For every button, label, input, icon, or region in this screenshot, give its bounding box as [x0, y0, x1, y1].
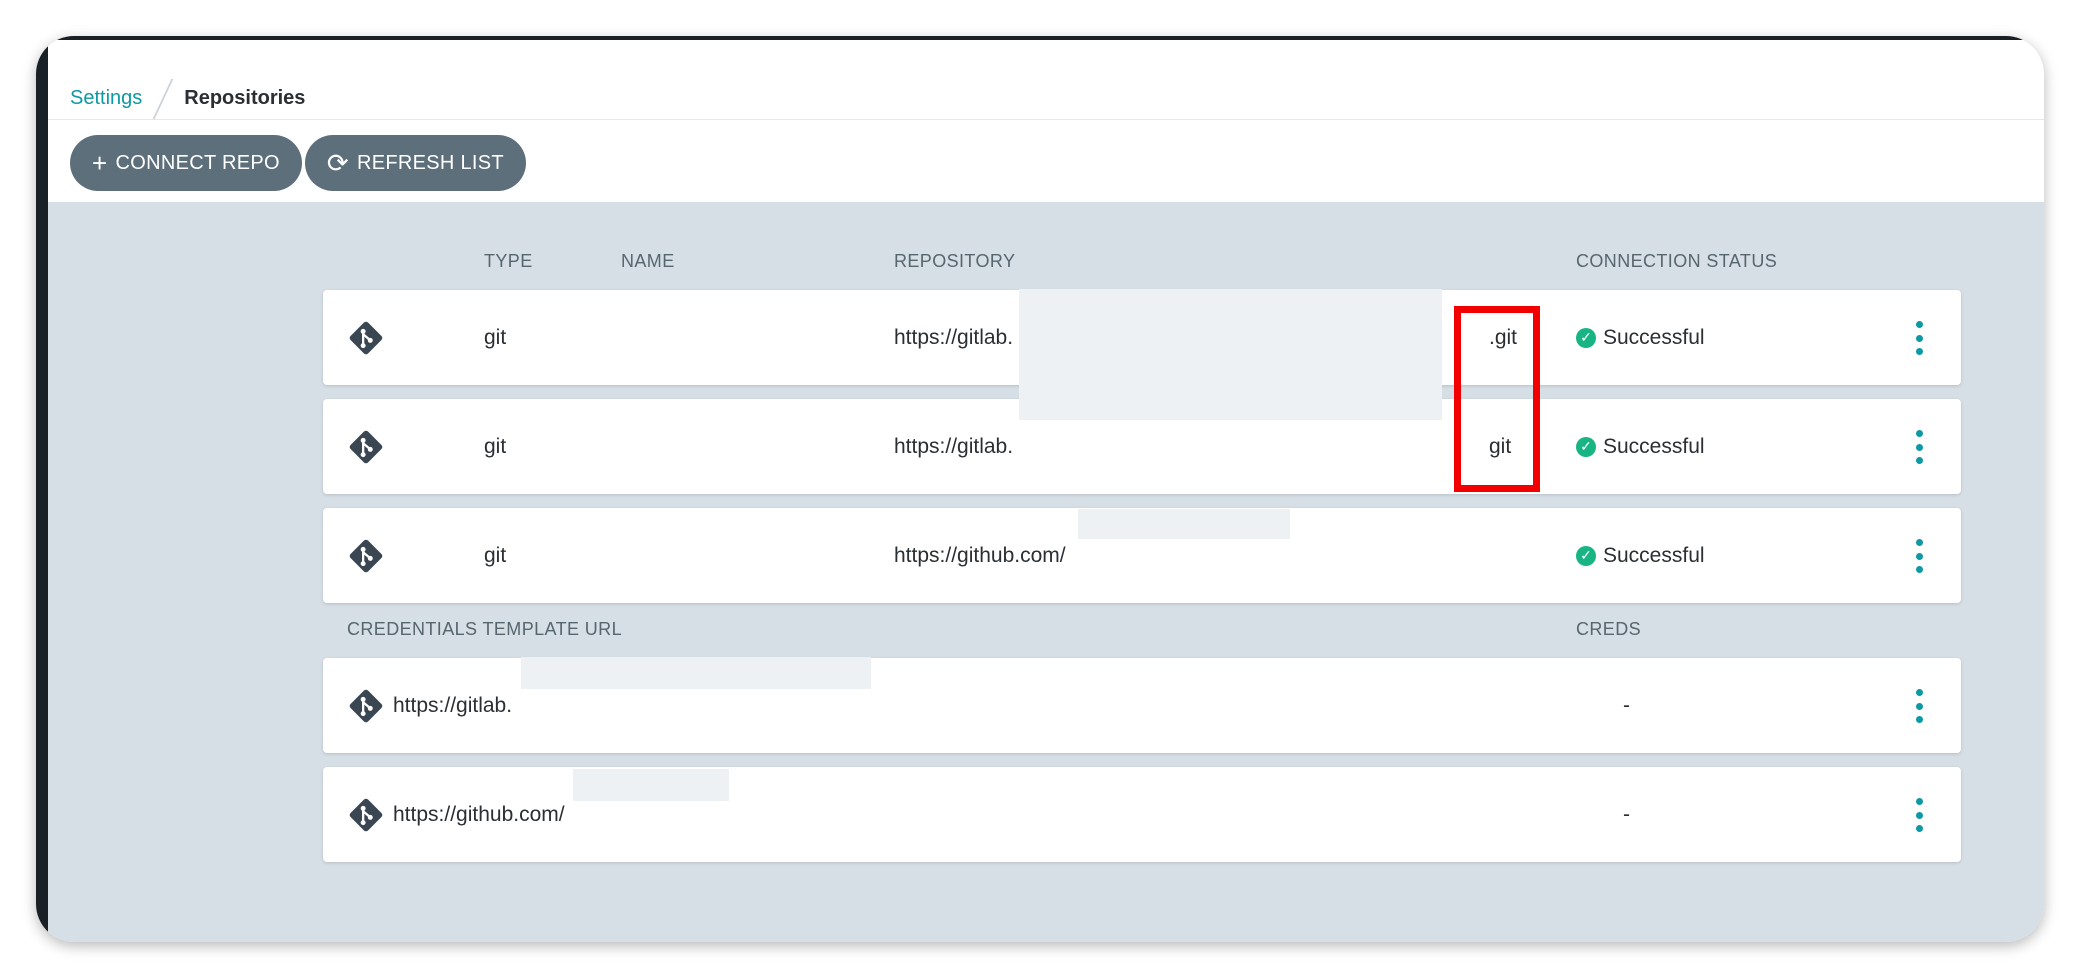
- header-divider: [48, 119, 2044, 120]
- plus-icon: +: [92, 148, 108, 178]
- app-window: Settings Repositories + CONNECT REPO ⟳ R…: [36, 36, 2044, 942]
- git-icon: [349, 689, 383, 723]
- repo-url-start: https://gitlab.: [894, 434, 1014, 458]
- row-menu-icon[interactable]: [1913, 798, 1925, 832]
- header-credentials-template-url: CREDENTIALS TEMPLATE URL: [347, 619, 622, 639]
- repo-url-link[interactable]: https://github.com/: [894, 508, 1066, 603]
- breadcrumb-current: Repositories: [184, 86, 306, 109]
- breadcrumb-separator: [162, 79, 164, 117]
- redaction-block: [1019, 289, 1442, 420]
- redaction-block: [521, 657, 871, 689]
- check-circle-icon: ✓: [1576, 436, 1596, 457]
- credential-creds: -: [1623, 693, 1630, 717]
- credential-creds: -: [1623, 802, 1630, 826]
- status-text: Successful: [1603, 543, 1705, 567]
- row-menu-icon[interactable]: [1913, 689, 1925, 723]
- window-top-edge: [36, 36, 2044, 40]
- credential-url: https://gitlab.: [393, 693, 513, 717]
- redaction-block: [1078, 509, 1290, 539]
- repo-url-start: https://gitlab.: [894, 325, 1014, 349]
- header-creds: CREDS: [1576, 619, 1642, 639]
- header-name: NAME: [621, 251, 675, 271]
- toolbar: + CONNECT REPO ⟳ REFRESH LIST: [70, 135, 526, 191]
- breadcrumb: Settings Repositories: [70, 78, 305, 118]
- repo-type: git: [484, 543, 507, 567]
- git-icon: [349, 321, 383, 355]
- credential-row[interactable]: https://github.com/ -: [323, 767, 1961, 862]
- refresh-list-button[interactable]: ⟳ REFRESH LIST: [304, 135, 526, 191]
- refresh-list-label: REFRESH LIST: [356, 151, 504, 174]
- git-icon: [349, 798, 383, 832]
- connect-repo-label: CONNECT REPO: [115, 151, 280, 174]
- redaction-block: [573, 769, 729, 801]
- header-repository: REPOSITORY: [894, 251, 1016, 271]
- header-type: TYPE: [484, 251, 533, 271]
- header-connection-status: CONNECTION STATUS: [1576, 251, 1778, 271]
- repo-type: git: [484, 434, 507, 458]
- git-icon: [349, 430, 383, 464]
- git-icon: [349, 539, 383, 573]
- repo-type: git: [484, 325, 507, 349]
- connection-status: ✓ Successful: [1576, 508, 1705, 603]
- status-text: Successful: [1603, 434, 1705, 458]
- status-text: Successful: [1603, 325, 1705, 349]
- connection-status: ✓ Successful: [1576, 290, 1705, 385]
- row-menu-icon[interactable]: [1913, 539, 1925, 573]
- breadcrumb-settings-link[interactable]: Settings: [70, 87, 142, 110]
- check-circle-icon: ✓: [1576, 327, 1596, 348]
- window-left-edge: [36, 36, 48, 942]
- connect-repo-button[interactable]: + CONNECT REPO: [70, 135, 302, 191]
- check-circle-icon: ✓: [1576, 545, 1596, 566]
- credential-url-link[interactable]: https://github.com/: [393, 767, 565, 862]
- refresh-icon: ⟳: [326, 148, 349, 178]
- highlight-annotation-box: [1454, 306, 1540, 492]
- row-menu-icon[interactable]: [1913, 430, 1925, 464]
- row-menu-icon[interactable]: [1913, 321, 1925, 355]
- connection-status: ✓ Successful: [1576, 399, 1705, 494]
